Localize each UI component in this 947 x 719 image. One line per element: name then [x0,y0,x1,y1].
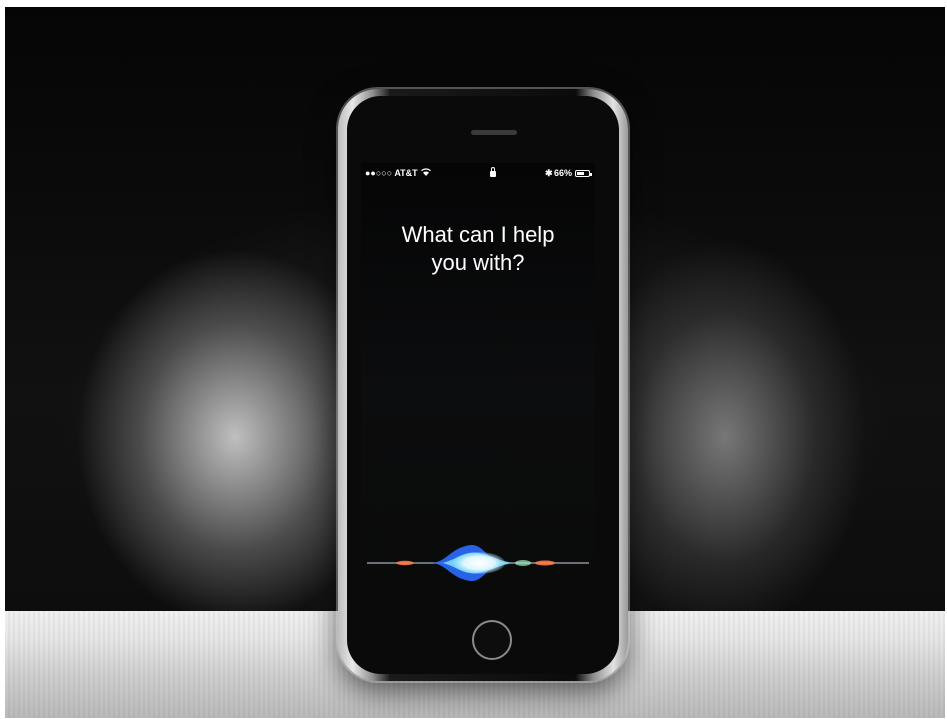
wave-orange-right [535,560,555,566]
wave-core [453,552,505,574]
iphone: ●●○○○ AT&T ✱ 66% What can I help you wit… [338,89,628,681]
lock-icon [490,167,496,177]
battery-icon [575,170,592,177]
photo-background: ●●○○○ AT&T ✱ 66% What can I help you wit… [5,7,945,718]
earpiece [471,130,517,135]
battery-percent: 66% [554,168,573,178]
wave-green-right [515,560,531,566]
home-button[interactable] [472,620,512,660]
wave-orange-left [396,560,414,566]
siri-waveform[interactable] [361,541,595,585]
bluetooth-icon: ✱ [545,168,553,178]
status-bar: ●●○○○ AT&T ✱ 66% [361,167,595,182]
wifi-icon [421,168,431,178]
phone-face: ●●○○○ AT&T ✱ 66% What can I help you wit… [347,96,619,674]
battery-fill [577,172,585,175]
carrier-label: ●●○○○ AT&T [365,168,418,178]
siri-screen[interactable]: ●●○○○ AT&T ✱ 66% What can I help you wit… [361,163,595,611]
siri-prompt: What can I help you with? [401,222,555,275]
